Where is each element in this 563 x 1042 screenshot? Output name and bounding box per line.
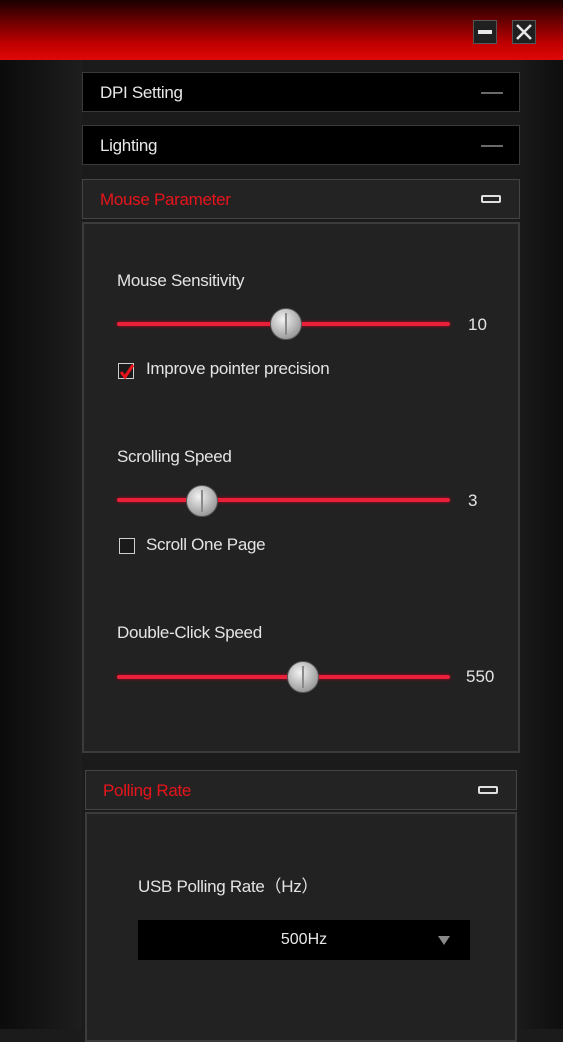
expand-icon	[481, 92, 503, 94]
improve-precision-checkbox[interactable]	[118, 363, 135, 380]
collapse-icon	[481, 195, 501, 203]
double-click-speed-label: Double-Click Speed	[117, 623, 262, 642]
section-label: Mouse Parameter	[100, 190, 231, 209]
usb-polling-rate-label: USB Polling Rate（Hz）	[138, 877, 319, 896]
double-click-speed-value: 550	[466, 667, 495, 686]
scrolling-speed-thumb[interactable]	[186, 485, 218, 517]
title-bar	[0, 0, 563, 60]
scrolling-speed-slider[interactable]	[117, 498, 450, 502]
checkmark-icon	[119, 364, 135, 380]
scroll-one-page-label: Scroll One Page	[146, 535, 266, 554]
collapse-icon	[478, 786, 498, 794]
section-label: Lighting	[100, 136, 158, 155]
scroll-one-page-checkbox[interactable]	[119, 538, 135, 554]
expand-icon	[481, 145, 503, 147]
scrolling-speed-value: 3	[468, 491, 478, 510]
polling-rate-selected: 500Hz	[280, 931, 328, 948]
improve-precision-label: Improve pointer precision	[146, 359, 330, 378]
double-click-speed-thumb[interactable]	[287, 661, 319, 693]
dropdown-arrow-icon	[438, 936, 450, 945]
scrolling-speed-label: Scrolling Speed	[117, 447, 232, 466]
section-lighting[interactable]: Lighting	[82, 125, 520, 165]
minimize-button[interactable]	[473, 20, 497, 44]
mouse-sensitivity-thumb[interactable]	[270, 308, 302, 340]
left-backdrop	[0, 0, 82, 1029]
close-icon	[516, 24, 532, 40]
right-backdrop	[519, 0, 563, 1029]
close-button[interactable]	[512, 20, 536, 44]
section-mouse-parameter[interactable]: Mouse Parameter	[82, 179, 520, 219]
mouse-sensitivity-value: 10	[468, 315, 487, 334]
section-label: Polling Rate	[103, 781, 192, 800]
section-dpi-setting[interactable]: DPI Setting	[82, 72, 520, 112]
section-label: DPI Setting	[100, 83, 183, 102]
mouse-sensitivity-label: Mouse Sensitivity	[117, 271, 245, 290]
double-click-speed-slider[interactable]	[117, 675, 450, 679]
polling-rate-dropdown[interactable]: 500Hz	[138, 920, 470, 960]
minimize-icon	[478, 30, 492, 34]
section-polling-rate[interactable]: Polling Rate	[85, 770, 517, 810]
